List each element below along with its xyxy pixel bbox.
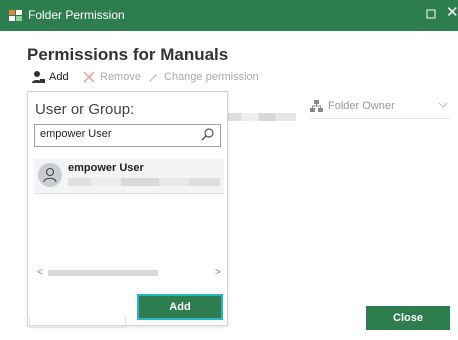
title-bar: Folder Permission ✕ [0,0,458,31]
close-window-button[interactable]: ✕ [446,5,458,20]
add-label: Add [49,71,69,83]
folder-permission-icon [9,10,22,21]
search-input[interactable]: empower User [34,124,221,147]
page-title: Permissions for Manuals [27,45,229,64]
window-title: Folder Permission [28,8,125,22]
chevron-down-icon [438,102,448,108]
add-permission-button[interactable]: Add [31,70,69,84]
change-label: Change permission [164,71,259,83]
underlying-list-edge [29,317,126,328]
search-icon[interactable] [201,128,215,142]
remove-x-icon [83,71,95,83]
user-icon [43,167,57,183]
blurred-content [228,113,296,121]
maximize-icon[interactable] [424,7,438,21]
avatar [38,163,62,187]
horizontal-scrollbar[interactable]: < > [34,267,224,279]
add-button[interactable]: Add [137,294,223,320]
scrollbar-thumb[interactable] [48,270,158,276]
remove-label: Remove [100,71,141,83]
folder-owner-select[interactable]: Folder Owner [310,98,450,116]
add-user-icon [32,71,45,83]
search-result-item[interactable]: empower User [34,159,224,194]
change-permission-button[interactable]: Change permission [146,70,259,84]
hierarchy-icon [310,100,323,112]
scroll-left-icon[interactable]: < [37,267,43,278]
owner-underline [310,118,450,119]
user-group-picker: User or Group: empower User empower User… [27,91,228,326]
remove-permission-button[interactable]: Remove [82,70,141,84]
result-name: empower User [68,162,144,174]
pencil-icon [149,74,157,82]
close-button[interactable]: Close [366,306,450,330]
user-group-label: User or Group: [35,101,135,118]
folder-owner-label: Folder Owner [328,100,395,112]
search-value: empower User [40,128,112,140]
scroll-right-icon[interactable]: > [215,267,221,278]
result-detail-blurred [68,178,220,186]
